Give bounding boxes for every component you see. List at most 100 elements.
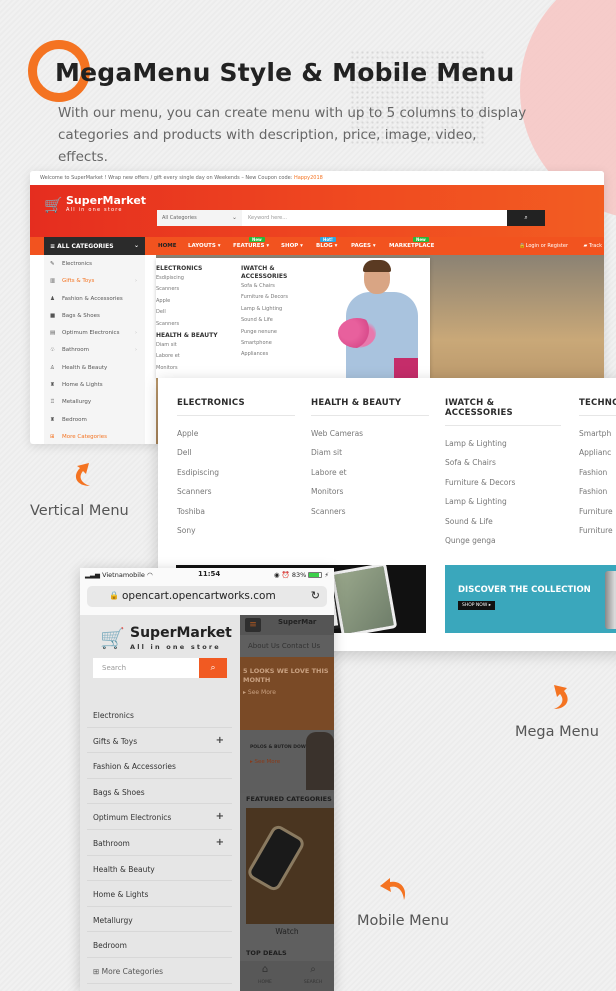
mobile-menu-item[interactable]: Gifts & Toys + [87,728,232,754]
plus-icon[interactable]: + [216,811,224,822]
nav-blog[interactable]: Hot! BLOG ▾ [316,237,337,249]
logo-tagline: All in one store [66,207,123,213]
tablet-image [330,565,398,633]
chevron-down-icon: ⌄ [231,214,237,221]
plus-icon[interactable]: + [216,735,224,746]
nav-features[interactable]: New FEATURES ▾ [233,237,270,249]
vmenu-label: Gifts & Toys [62,278,95,285]
vmenu-item-electronics[interactable]: ✎ Electronics [44,255,145,272]
mega-link[interactable]: Esdipiscing [177,463,295,482]
mobile-menu-item[interactable]: Health & Beauty [87,856,232,882]
track-link[interactable]: ▰ Track [583,243,602,249]
url-field[interactable]: 🔒 opencart.opencartworks.com ↻ [87,586,327,607]
submenu-link[interactable]: Esdipiscing [156,273,236,284]
mega-link[interactable]: Sound & Life [445,512,561,531]
mega-link[interactable]: Fashion [579,482,616,501]
mobile-menu-item[interactable]: Optimum Electronics + [87,804,232,830]
mega-link[interactable]: Dell [177,443,295,462]
mega-link[interactable]: Scanners [177,482,295,501]
submenu-link[interactable]: Monitors [156,363,236,374]
mega-link[interactable]: Furniture [579,502,616,521]
battery: ◉ ⏰ 83% ⚡ [274,571,329,579]
vmenu-item-metallurgy[interactable]: ♖ Metallurgy [44,393,145,410]
nav-pages[interactable]: PAGES ▾ [351,243,376,249]
submenu-link[interactable]: Furniture & Decors [241,292,321,303]
mobile-menu-item[interactable]: Bedroom [87,932,232,958]
all-categories-button[interactable]: ≡ ALL CATEGORIES ⌄ [44,237,145,255]
mega-link[interactable]: Sofa & Chairs [445,453,561,472]
mega-link[interactable]: Sony [177,521,295,540]
submenu-link[interactable]: Punge nenune [241,327,321,338]
submenu-link[interactable]: Apple [156,296,236,307]
submenu-column: IWATCH & ACCESSORIES Sofa & Chairs Furni… [241,265,321,361]
chevron-right-icon: › [135,347,137,354]
shop-now-button[interactable]: SHOP NOW ▸ [458,601,495,610]
keyword-input[interactable]: Keyword here... [242,210,507,226]
mega-link[interactable]: Furniture & Decors [445,473,561,492]
mobile-menu-item[interactable]: Electronics [87,702,232,728]
mega-link[interactable]: Furniture [579,521,616,540]
preview-polo-link: ▸ See More [250,759,281,765]
login-link[interactable]: 🔒Login or Register [519,243,568,249]
submenu-link[interactable]: Scanners [156,284,236,295]
vmenu-item-home-lights[interactable]: ♜ Home & Lights [44,376,145,393]
mega-link[interactable]: Smartph [579,424,616,443]
vmenu-item-bedroom[interactable]: ♜ Bedroom [44,411,145,428]
mobile-search-button[interactable]: ⌕ [199,658,227,678]
nav-features-label: FEATURES ▾ [233,243,270,249]
mega-link[interactable]: Fashion [579,463,616,482]
bathroom-icon: ♧ [50,347,55,354]
search-button[interactable]: ⌕ [507,210,545,226]
preview-tab-bar: ⌂ HOME ⌕ SEARCH [240,961,334,991]
submenu-link[interactable]: Scanners [156,319,236,330]
chevron-right-icon: › [135,330,137,337]
submenu-link[interactable]: Lamp & Lighting [241,304,321,315]
mega-link[interactable]: Diam sit [311,443,429,462]
mega-link[interactable]: Labore et [311,463,429,482]
vmenu-item-bathroom[interactable]: ♧ Bathroom › [44,341,145,358]
submenu-link[interactable]: Diam sit [156,340,236,351]
mega-link[interactable]: Scanners [311,502,429,521]
discover-collection-banner[interactable]: DISCOVER THE COLLECTION SHOP NOW ▸ [445,565,616,633]
hamburger-icon[interactable]: ≡ [245,618,261,632]
vmenu-label: Bedroom [62,416,87,423]
nav-layouts[interactable]: LAYOUTS ▾ [188,243,221,249]
submenu-link[interactable]: Smartphone [241,338,321,349]
mega-link[interactable]: Monitors [311,482,429,501]
vmenu-item-gifts-toys[interactable]: ▥ Gifts & Toys › [44,272,145,289]
mobile-menu-item[interactable]: Fashion & Accessories [87,753,232,779]
mobile-more-categories[interactable]: ⊞ More Categories [87,958,232,984]
vmenu-item-fashion[interactable]: ♟ Fashion & Accessories [44,290,145,307]
more-categories-link[interactable]: ⊞ More Categories [44,428,145,444]
reload-icon[interactable]: ↻ [311,589,320,602]
nav-shop[interactable]: SHOP ▾ [281,243,303,249]
mega-link[interactable]: Web Cameras [311,424,429,443]
mobile-menu-item[interactable]: Metallurgy [87,907,232,933]
mobile-menu-item[interactable]: Home & Lights [87,881,232,907]
vmenu-item-health-beauty[interactable]: ♙ Health & Beauty [44,359,145,376]
mega-link[interactable]: Lamp & Lighting [445,492,561,511]
mega-column-heading: HEALTH & BEAUTY [311,398,429,416]
vmenu-item-optimum-electronics[interactable]: ▤ Optimum Electronics › [44,324,145,341]
mega-link[interactable]: Toshiba [177,502,295,521]
submenu-link[interactable]: Labore et [156,351,236,362]
submenu-link[interactable]: Dell [156,307,236,318]
site-header: 🛒 SuperMarket All in one store All Categ… [30,185,604,237]
category-select[interactable]: All Categories ⌄ [157,210,242,226]
mega-link[interactable]: Applianc [579,443,616,462]
nav-marketplace[interactable]: New MARKETPLACE [389,237,434,249]
mega-link[interactable]: Qunge genga [445,531,561,550]
mobile-search-input[interactable]: Search [93,658,200,678]
main-nav: ≡ ALL CATEGORIES ⌄ HOME LAYOUTS ▾ New FEA… [30,237,604,255]
battery-icon [308,572,323,578]
vmenu-item-bags-shoes[interactable]: ■ Bags & Shoes [44,307,145,324]
submenu-link[interactable]: Sound & Life [241,315,321,326]
submenu-link[interactable]: Appliances [241,349,321,360]
mega-link[interactable]: Apple [177,424,295,443]
mobile-menu-item[interactable]: Bags & Shoes [87,779,232,805]
nav-home[interactable]: HOME [158,243,177,249]
plus-icon[interactable]: + [216,837,224,848]
submenu-link[interactable]: Sofa & Chairs [241,281,321,292]
mega-link[interactable]: Lamp & Lighting [445,434,561,453]
mobile-menu-item[interactable]: Bathroom + [87,830,232,856]
